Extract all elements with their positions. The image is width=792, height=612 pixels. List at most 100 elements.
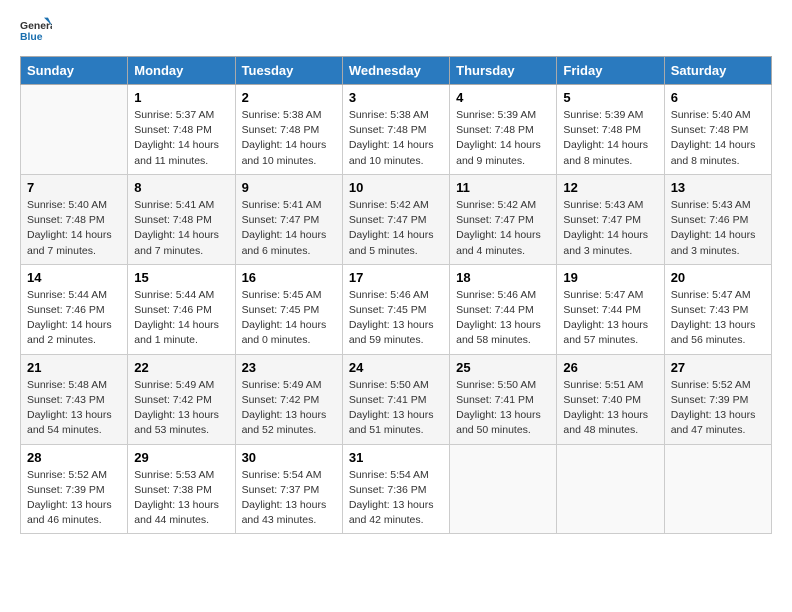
calendar-cell: 11 Sunrise: 5:42 AMSunset: 7:47 PMDayligh… — [450, 174, 557, 264]
calendar-cell: 31 Sunrise: 5:54 AMSunset: 7:36 PMDayligh… — [342, 444, 449, 534]
week-row-1: 1 Sunrise: 5:37 AMSunset: 7:48 PMDaylight… — [21, 85, 772, 175]
header-tuesday: Tuesday — [235, 57, 342, 85]
header-friday: Friday — [557, 57, 664, 85]
day-info: Sunrise: 5:40 AMSunset: 7:48 PMDaylight:… — [27, 198, 121, 259]
day-number: 23 — [242, 360, 336, 375]
calendar-cell: 18 Sunrise: 5:46 AMSunset: 7:44 PMDayligh… — [450, 264, 557, 354]
day-number: 31 — [349, 450, 443, 465]
day-info: Sunrise: 5:50 AMSunset: 7:41 PMDaylight:… — [349, 378, 443, 439]
calendar-cell: 14 Sunrise: 5:44 AMSunset: 7:46 PMDayligh… — [21, 264, 128, 354]
day-number: 14 — [27, 270, 121, 285]
day-number: 20 — [671, 270, 765, 285]
calendar-cell: 26 Sunrise: 5:51 AMSunset: 7:40 PMDayligh… — [557, 354, 664, 444]
calendar-cell: 1 Sunrise: 5:37 AMSunset: 7:48 PMDaylight… — [128, 85, 235, 175]
day-number: 13 — [671, 180, 765, 195]
day-number: 2 — [242, 90, 336, 105]
calendar-cell: 3 Sunrise: 5:38 AMSunset: 7:48 PMDaylight… — [342, 85, 449, 175]
calendar-cell: 13 Sunrise: 5:43 AMSunset: 7:46 PMDayligh… — [664, 174, 771, 264]
calendar-cell: 20Sunrise: 5:47 AMSunset: 7:43 PMDayligh… — [664, 264, 771, 354]
calendar-table: SundayMondayTuesdayWednesdayThursdayFrid… — [20, 56, 772, 534]
calendar-cell: 2 Sunrise: 5:38 AMSunset: 7:48 PMDaylight… — [235, 85, 342, 175]
svg-text:Blue: Blue — [20, 32, 43, 43]
day-number: 9 — [242, 180, 336, 195]
day-info: Sunrise: 5:48 AMSunset: 7:43 PMDaylight:… — [27, 378, 121, 439]
day-info: Sunrise: 5:39 AMSunset: 7:48 PMDaylight:… — [456, 108, 550, 169]
day-number: 17 — [349, 270, 443, 285]
day-info: Sunrise: 5:52 AMSunset: 7:39 PMDaylight:… — [671, 378, 765, 439]
calendar-cell — [21, 85, 128, 175]
calendar-cell: 4Sunrise: 5:39 AMSunset: 7:48 PMDaylight… — [450, 85, 557, 175]
day-number: 18 — [456, 270, 550, 285]
calendar-cell: 25 Sunrise: 5:50 AMSunset: 7:41 PMDayligh… — [450, 354, 557, 444]
calendar-cell: 21 Sunrise: 5:48 AMSunset: 7:43 PMDayligh… — [21, 354, 128, 444]
day-number: 19 — [563, 270, 657, 285]
calendar-cell: 6Sunrise: 5:40 AMSunset: 7:48 PMDaylight… — [664, 85, 771, 175]
header-sunday: Sunday — [21, 57, 128, 85]
day-info: Sunrise: 5:44 AMSunset: 7:46 PMDaylight:… — [27, 288, 121, 349]
day-number: 15 — [134, 270, 228, 285]
day-number: 26 — [563, 360, 657, 375]
calendar-cell: 29 Sunrise: 5:53 AMSunset: 7:38 PMDayligh… — [128, 444, 235, 534]
day-number: 7 — [27, 180, 121, 195]
week-row-5: 28Sunrise: 5:52 AMSunset: 7:39 PMDayligh… — [21, 444, 772, 534]
day-info: Sunrise: 5:54 AMSunset: 7:36 PMDaylight:… — [349, 468, 443, 529]
day-info: Sunrise: 5:46 AMSunset: 7:44 PMDaylight:… — [456, 288, 550, 349]
day-info: Sunrise: 5:37 AMSunset: 7:48 PMDaylight:… — [134, 108, 228, 169]
header-saturday: Saturday — [664, 57, 771, 85]
day-info: Sunrise: 5:50 AMSunset: 7:41 PMDaylight:… — [456, 378, 550, 439]
svg-text:General: General — [20, 21, 52, 32]
calendar-cell — [557, 444, 664, 534]
day-number: 30 — [242, 450, 336, 465]
calendar-cell: 17 Sunrise: 5:46 AMSunset: 7:45 PMDayligh… — [342, 264, 449, 354]
day-info: Sunrise: 5:41 AMSunset: 7:47 PMDaylight:… — [242, 198, 336, 259]
day-info: Sunrise: 5:53 AMSunset: 7:38 PMDaylight:… — [134, 468, 228, 529]
calendar-cell: 5Sunrise: 5:39 AMSunset: 7:48 PMDaylight… — [557, 85, 664, 175]
day-number: 27 — [671, 360, 765, 375]
calendar-cell: 10 Sunrise: 5:42 AMSunset: 7:47 PMDayligh… — [342, 174, 449, 264]
day-number: 1 — [134, 90, 228, 105]
calendar-cell: 19 Sunrise: 5:47 AMSunset: 7:44 PMDayligh… — [557, 264, 664, 354]
calendar-cell: 30 Sunrise: 5:54 AMSunset: 7:37 PMDayligh… — [235, 444, 342, 534]
calendar-cell — [450, 444, 557, 534]
day-number: 29 — [134, 450, 228, 465]
day-info: Sunrise: 5:41 AMSunset: 7:48 PMDaylight:… — [134, 198, 228, 259]
calendar-cell: 15 Sunrise: 5:44 AMSunset: 7:46 PMDayligh… — [128, 264, 235, 354]
day-number: 16 — [242, 270, 336, 285]
day-number: 25 — [456, 360, 550, 375]
header-wednesday: Wednesday — [342, 57, 449, 85]
day-info: Sunrise: 5:38 AMSunset: 7:48 PMDaylight:… — [242, 108, 336, 169]
day-info: Sunrise: 5:49 AMSunset: 7:42 PMDaylight:… — [134, 378, 228, 439]
calendar-cell: 9 Sunrise: 5:41 AMSunset: 7:47 PMDaylight… — [235, 174, 342, 264]
calendar-cell: 16 Sunrise: 5:45 AMSunset: 7:45 PMDayligh… — [235, 264, 342, 354]
header-row: SundayMondayTuesdayWednesdayThursdayFrid… — [21, 57, 772, 85]
day-info: Sunrise: 5:42 AMSunset: 7:47 PMDaylight:… — [349, 198, 443, 259]
day-number: 3 — [349, 90, 443, 105]
day-number: 8 — [134, 180, 228, 195]
day-info: Sunrise: 5:43 AMSunset: 7:47 PMDaylight:… — [563, 198, 657, 259]
page-header: GeneralBlue — [20, 16, 772, 48]
week-row-3: 14 Sunrise: 5:44 AMSunset: 7:46 PMDayligh… — [21, 264, 772, 354]
day-number: 22 — [134, 360, 228, 375]
day-info: Sunrise: 5:51 AMSunset: 7:40 PMDaylight:… — [563, 378, 657, 439]
calendar-cell: 12Sunrise: 5:43 AMSunset: 7:47 PMDayligh… — [557, 174, 664, 264]
day-number: 11 — [456, 180, 550, 195]
day-number: 21 — [27, 360, 121, 375]
day-info: Sunrise: 5:54 AMSunset: 7:37 PMDaylight:… — [242, 468, 336, 529]
day-info: Sunrise: 5:45 AMSunset: 7:45 PMDaylight:… — [242, 288, 336, 349]
day-info: Sunrise: 5:42 AMSunset: 7:47 PMDaylight:… — [456, 198, 550, 259]
day-number: 10 — [349, 180, 443, 195]
day-info: Sunrise: 5:47 AMSunset: 7:44 PMDaylight:… — [563, 288, 657, 349]
day-info: Sunrise: 5:43 AMSunset: 7:46 PMDaylight:… — [671, 198, 765, 259]
header-monday: Monday — [128, 57, 235, 85]
day-info: Sunrise: 5:40 AMSunset: 7:48 PMDaylight:… — [671, 108, 765, 169]
calendar-cell: 7 Sunrise: 5:40 AMSunset: 7:48 PMDaylight… — [21, 174, 128, 264]
day-info: Sunrise: 5:46 AMSunset: 7:45 PMDaylight:… — [349, 288, 443, 349]
logo: GeneralBlue — [20, 16, 52, 48]
day-number: 5 — [563, 90, 657, 105]
calendar-cell — [664, 444, 771, 534]
calendar-cell: 28Sunrise: 5:52 AMSunset: 7:39 PMDayligh… — [21, 444, 128, 534]
week-row-2: 7 Sunrise: 5:40 AMSunset: 7:48 PMDaylight… — [21, 174, 772, 264]
calendar-cell: 27 Sunrise: 5:52 AMSunset: 7:39 PMDayligh… — [664, 354, 771, 444]
day-info: Sunrise: 5:38 AMSunset: 7:48 PMDaylight:… — [349, 108, 443, 169]
day-info: Sunrise: 5:44 AMSunset: 7:46 PMDaylight:… — [134, 288, 228, 349]
